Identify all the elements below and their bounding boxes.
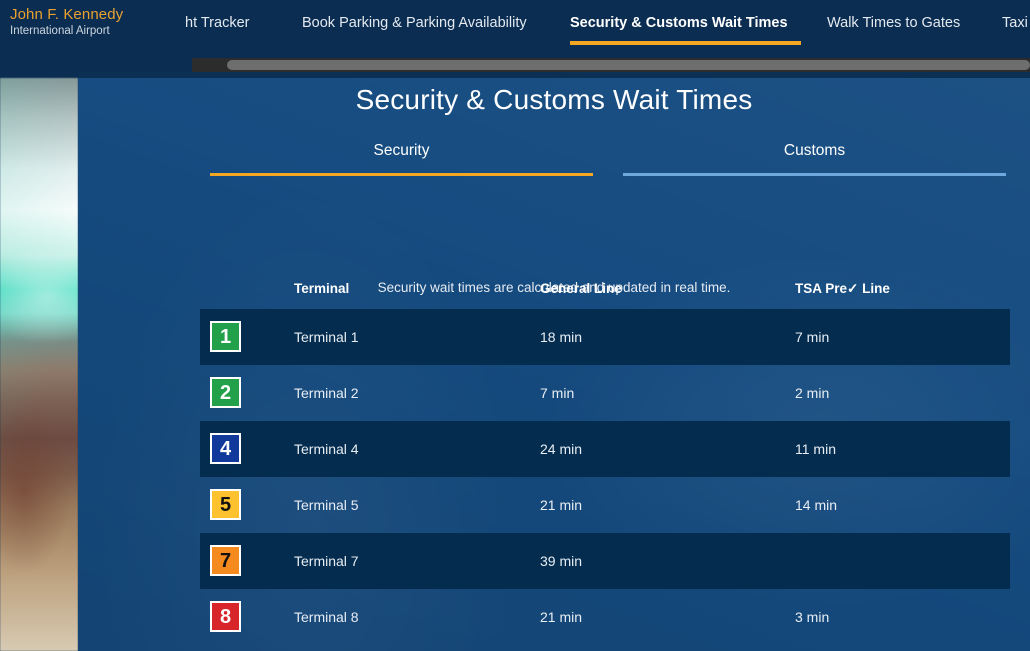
tab-customs[interactable]: Customs <box>623 142 1006 160</box>
terminal-name: Terminal 2 <box>294 385 359 401</box>
main-navigation[interactable]: ht Tracker Book Parking & Parking Availab… <box>185 0 1030 51</box>
airport-wait-times-page: John F. Kennedy International Airport ht… <box>0 0 1030 651</box>
nav-horizontal-scrollbar[interactable] <box>192 58 1030 72</box>
brand-subtitle: International Airport <box>10 25 110 38</box>
terminal-name: Terminal 8 <box>294 609 359 625</box>
table-row[interactable]: 7 Terminal 7 39 min <box>200 533 1010 589</box>
site-header: John F. Kennedy International Airport ht… <box>0 0 1030 57</box>
terminal-badge-7: 7 <box>210 545 241 576</box>
table-row[interactable]: 5 Terminal 5 21 min 14 min <box>200 477 1010 533</box>
tsa-pre-line-wait: 2 min <box>795 385 830 401</box>
table-row[interactable]: 1 Terminal 1 18 min 7 min <box>200 309 1010 365</box>
nav-item-1[interactable]: Book Parking & Parking Availability <box>302 15 527 31</box>
tsa-pre-line-wait: 11 min <box>795 441 836 457</box>
terminal-badge-4: 4 <box>210 433 241 464</box>
content-panel: Security & Customs Wait Times Security Cu… <box>78 72 1030 651</box>
general-line-wait: 7 min <box>540 385 575 401</box>
general-line-wait: 21 min <box>540 497 583 513</box>
column-header-general-line: General Line <box>540 281 622 296</box>
nav-item-2[interactable]: Security & Customs Wait Times <box>570 15 788 31</box>
wait-times-tabs[interactable]: Security Customs <box>210 142 1006 184</box>
general-line-wait: 24 min <box>540 441 583 457</box>
terminal-badge-1: 1 <box>210 321 241 352</box>
table-header-row: Terminal General Line TSA Pre✓ Line <box>200 269 1010 309</box>
table-row[interactable]: 8 Terminal 8 21 min 3 min <box>200 589 1010 645</box>
wait-times-table: Terminal General Line TSA Pre✓ Line 1 Ter… <box>200 269 1010 645</box>
terminal-badge-2: 2 <box>210 377 241 408</box>
terminal-name: Terminal 4 <box>294 441 359 457</box>
panel-top-divider <box>78 72 1030 78</box>
nav-item-4[interactable]: Taxi <box>1002 15 1028 31</box>
page-title: Security & Customs Wait Times <box>355 84 753 115</box>
table-row[interactable]: 2 Terminal 2 7 min 2 min <box>200 365 1010 421</box>
general-line-wait: 39 min <box>540 553 583 569</box>
terminal-badge-5: 5 <box>210 489 241 520</box>
tsa-pre-line-wait: 3 min <box>795 609 830 625</box>
tab-security[interactable]: Security <box>210 142 593 160</box>
brand-name: John F. Kennedy <box>10 6 124 23</box>
tab-underline-customs <box>623 173 1006 176</box>
general-line-wait: 21 min <box>540 609 583 625</box>
column-header-terminal: Terminal <box>294 281 350 296</box>
active-nav-underline <box>570 41 801 45</box>
tsa-pre-line-wait: 7 min <box>795 329 830 345</box>
table-body: 1 Terminal 1 18 min 7 min 2 Terminal 27 min 2 … <box>200 309 1010 645</box>
tsa-pre-line-wait: 14 min <box>795 497 838 513</box>
terminal-name: Terminal 7 <box>294 553 359 569</box>
general-line-wait: 18 min <box>540 329 583 345</box>
airport-logo[interactable]: John F. Kennedy International Airport <box>10 6 123 38</box>
table-row[interactable]: 4 Terminal 4 24 min 11 min <box>200 421 1010 477</box>
nav-item-0[interactable]: ht Tracker <box>185 15 249 31</box>
background-photo-strip <box>0 78 78 651</box>
column-header-tsa-pre-line: TSA Pre✓ Line <box>795 281 890 296</box>
terminal-name: Terminal 5 <box>294 497 359 513</box>
nav-scrollbar-thumb[interactable] <box>227 60 1030 70</box>
terminal-badge-8: 8 <box>210 601 241 632</box>
tab-underline-security <box>210 173 593 176</box>
terminal-name: Terminal 1 <box>294 329 359 345</box>
nav-item-3[interactable]: Walk Times to Gates <box>827 15 960 31</box>
